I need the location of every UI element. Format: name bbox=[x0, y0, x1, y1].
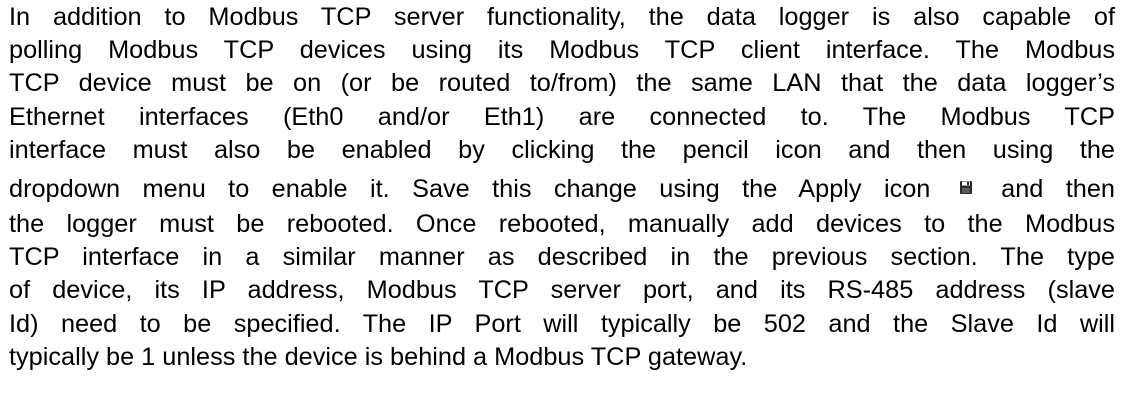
paragraph-line-3: TCP device must be on (or be routed to/f… bbox=[9, 69, 1115, 98]
paragraph-line-6-end: and then bbox=[1001, 174, 1115, 203]
paragraph-line-9: of device, its IP address, Modbus TCP se… bbox=[9, 276, 1115, 305]
paragraph-line-5: interface must also be enabled by clicki… bbox=[9, 135, 1115, 164]
paragraph-line-6-start: dropdown menu to enable it. Save this ch… bbox=[9, 174, 931, 203]
document-body: In addition to Modbus TCP server functio… bbox=[9, 1, 1115, 374]
paragraph-line-8: TCP interface in a similar manner as des… bbox=[9, 243, 1115, 272]
paragraph-line-6: dropdown menu to enable it. Save this ch… bbox=[9, 167, 1115, 208]
paragraph-line-4: Ethernet interfaces (Eth0 and/or Eth1) a… bbox=[9, 102, 1115, 131]
paragraph-line-1: In addition to Modbus TCP server functio… bbox=[9, 3, 1115, 31]
paragraph-line-11: typically be 1 unless the device is behi… bbox=[9, 342, 748, 371]
paragraph-line-10: Id) need to be specified. The IP Port wi… bbox=[9, 309, 1115, 338]
paragraph-line-7: the logger must be rebooted. Once reboot… bbox=[9, 209, 1115, 238]
paragraph-line-2: polling Modbus TCP devices using its Mod… bbox=[9, 36, 1115, 65]
floppy-disk-save-icon bbox=[954, 176, 977, 199]
